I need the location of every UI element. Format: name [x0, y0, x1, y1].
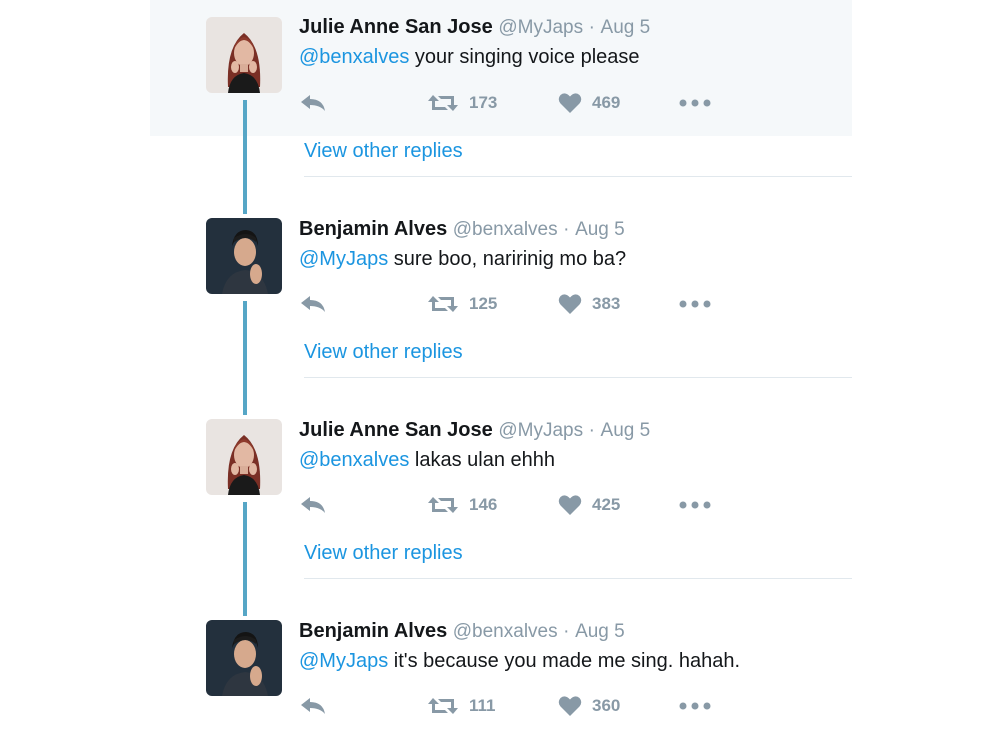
- retweet-button[interactable]: 146: [427, 493, 497, 517]
- display-name[interactable]: Julie Anne San Jose: [299, 16, 493, 38]
- user-handle[interactable]: @benxalves: [453, 219, 558, 240]
- tweet-actions: 111 360: [299, 694, 729, 718]
- reply-icon: [301, 95, 325, 111]
- heart-icon: [558, 294, 582, 314]
- more-dots-icon: [679, 702, 711, 710]
- more-button[interactable]: [679, 91, 711, 115]
- tweet-date[interactable]: Aug 5: [601, 420, 651, 441]
- mention-link[interactable]: @benxalves: [299, 46, 409, 68]
- like-button[interactable]: 383: [558, 292, 620, 316]
- tweet-date[interactable]: Aug 5: [575, 621, 625, 642]
- tweet-text: @MyJaps it's because you made me sing. h…: [299, 649, 740, 673]
- retweet-count: 173: [469, 93, 498, 112]
- avatar-female[interactable]: [206, 17, 282, 93]
- user-handle[interactable]: @benxalves: [453, 621, 558, 642]
- more-button[interactable]: [679, 292, 711, 316]
- avatar-female[interactable]: [206, 419, 282, 495]
- reply-button[interactable]: [299, 292, 327, 316]
- reply-icon: [301, 698, 325, 714]
- reply-button[interactable]: [299, 694, 327, 718]
- heart-icon: [558, 696, 582, 716]
- tweet-text: @benxalves your singing voice please: [299, 45, 640, 69]
- tweet-text: @MyJaps sure boo, naririnig mo ba?: [299, 247, 626, 271]
- like-count: 425: [592, 495, 621, 514]
- retweet-button[interactable]: 173: [427, 91, 497, 115]
- retweet-count: 146: [469, 495, 498, 514]
- separator: ·: [563, 219, 570, 240]
- retweet-icon: [428, 296, 458, 312]
- retweet-button[interactable]: 125: [427, 292, 497, 316]
- mention-link[interactable]: @MyJaps: [299, 650, 388, 672]
- divider: [304, 578, 852, 579]
- heart-icon: [558, 495, 582, 515]
- display-name[interactable]: Benjamin Alves: [299, 620, 447, 642]
- more-dots-icon: [679, 501, 711, 509]
- display-name[interactable]: Benjamin Alves: [299, 218, 447, 240]
- view-other-replies-link[interactable]: View other replies: [304, 541, 463, 565]
- retweet-button[interactable]: 111: [427, 694, 496, 718]
- mention-link[interactable]: @MyJaps: [299, 248, 388, 270]
- tweet-body: sure boo, naririnig mo ba?: [388, 248, 627, 270]
- like-button[interactable]: 469: [558, 91, 620, 115]
- tweet-actions: 125 383: [299, 292, 729, 316]
- reply-button[interactable]: [299, 91, 327, 115]
- retweet-icon: [428, 497, 458, 513]
- more-dots-icon: [679, 300, 711, 308]
- retweet-icon: [428, 95, 458, 111]
- thread-line: [243, 301, 247, 415]
- separator: ·: [563, 621, 570, 642]
- like-count: 469: [592, 93, 621, 112]
- tweet-body: your singing voice please: [409, 46, 640, 68]
- avatar-male[interactable]: [206, 620, 282, 696]
- conversation-thread: Julie Anne San Jose @MyJaps · Aug 5 @ben…: [0, 0, 1000, 738]
- mention-link[interactable]: @benxalves: [299, 449, 409, 471]
- view-other-replies-link[interactable]: View other replies: [304, 139, 463, 163]
- user-handle[interactable]: @MyJaps: [498, 17, 583, 38]
- divider: [304, 377, 852, 378]
- tweet-actions: 173 469: [299, 91, 729, 115]
- display-name[interactable]: Julie Anne San Jose: [299, 419, 493, 441]
- thread-line: [243, 100, 247, 214]
- more-button[interactable]: [679, 694, 711, 718]
- reply-icon: [301, 497, 325, 513]
- view-other-replies-link[interactable]: View other replies: [304, 340, 463, 364]
- retweet-count: 125: [469, 294, 498, 313]
- tweet-date[interactable]: Aug 5: [575, 219, 625, 240]
- tweet-body: lakas ulan ehhh: [409, 449, 556, 471]
- reply-button[interactable]: [299, 493, 327, 517]
- more-button[interactable]: [679, 493, 711, 517]
- heart-icon: [558, 93, 582, 113]
- like-button[interactable]: 425: [558, 493, 620, 517]
- thread-line: [243, 502, 247, 616]
- separator: ·: [588, 17, 595, 38]
- tweet-text: @benxalves lakas ulan ehhh: [299, 448, 555, 472]
- like-count: 383: [592, 294, 621, 313]
- divider: [304, 176, 852, 177]
- reply-icon: [301, 296, 325, 312]
- tweet-body: it's because you made me sing. hahah.: [388, 650, 741, 672]
- avatar-male[interactable]: [206, 218, 282, 294]
- tweet-date[interactable]: Aug 5: [601, 17, 651, 38]
- tweet-actions: 146 425: [299, 493, 729, 517]
- user-handle[interactable]: @MyJaps: [498, 420, 583, 441]
- like-count: 360: [592, 696, 621, 715]
- like-button[interactable]: 360: [558, 694, 620, 718]
- separator: ·: [588, 420, 595, 441]
- retweet-icon: [428, 698, 458, 714]
- more-dots-icon: [679, 99, 711, 107]
- retweet-count: 111: [469, 696, 496, 715]
